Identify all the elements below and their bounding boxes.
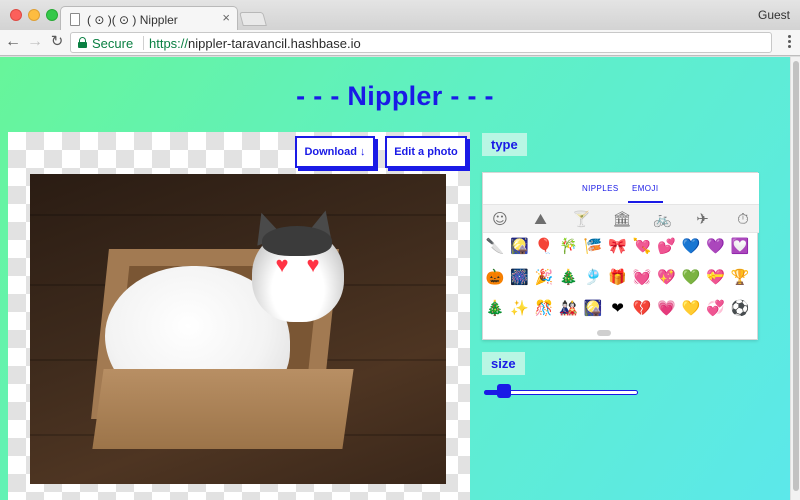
emoji-cell[interactable]: 💝 xyxy=(705,266,727,288)
emoji-cell[interactable]: 💛 xyxy=(680,297,702,319)
emoji-picker: NIPPLES EMOJI ☺ ⛰ 🍸 🏛 🚲 ✈ ⏱ 🔪 🎑 🎈 🎋 🎏 🎀 💘 💕 💙 💜 💟 🎃 🎆 🎉 🎄 🎐 🎁 💓… xyxy=(482,172,759,340)
secure-label: Secure xyxy=(92,36,134,51)
emoji-cell[interactable]: 💓 xyxy=(631,266,653,288)
url-bar[interactable]: Secure https://nippler-taravancil.hashba… xyxy=(70,32,772,53)
emoji-cell[interactable]: 🎄 xyxy=(484,297,506,319)
bicycle-icon[interactable]: 🚲 xyxy=(653,210,672,228)
tab-emoji[interactable]: EMOJI xyxy=(632,184,658,193)
size-section-label: size xyxy=(482,352,525,375)
tab-nipples[interactable]: NIPPLES xyxy=(582,184,619,193)
window-maximize-button[interactable] xyxy=(46,9,58,21)
page-title: - - - Nippler - - - xyxy=(296,81,494,111)
emoji-cell[interactable]: ⚽ xyxy=(729,297,751,319)
building-icon[interactable]: 🏛 xyxy=(613,210,632,228)
emoji-cell[interactable]: 💚 xyxy=(680,266,702,288)
kebab-menu-icon[interactable] xyxy=(788,35,792,51)
emoji-cell[interactable]: 🎐 xyxy=(582,266,604,288)
cocktail-icon[interactable]: 🍸 xyxy=(572,210,591,228)
heart-sticker-icon[interactable]: ♥ xyxy=(302,254,324,276)
page-scroll-thumb[interactable] xyxy=(793,61,799,491)
emoji-cell[interactable]: 🎉 xyxy=(533,266,555,288)
heart-sticker-icon[interactable]: ♥ xyxy=(271,254,293,276)
emoji-cell[interactable]: 💘 xyxy=(631,235,653,257)
emoji-cell[interactable]: 🎆 xyxy=(509,266,531,288)
emoji-cell[interactable]: 💟 xyxy=(729,235,751,257)
emoji-cell[interactable]: 🎏 xyxy=(582,235,604,257)
emoji-cell[interactable]: 🎈 xyxy=(533,235,555,257)
slider-thumb[interactable] xyxy=(496,384,511,398)
stopwatch-icon[interactable]: ⏱ xyxy=(734,210,752,228)
forward-arrow-icon[interactable]: → xyxy=(26,33,44,51)
lock-icon xyxy=(78,37,87,48)
picker-scroll-handle[interactable] xyxy=(597,330,611,336)
emoji-category-bar: ☺ ⛰ 🍸 🏛 🚲 ✈ ⏱ xyxy=(483,204,759,233)
emoji-cell[interactable]: 🎃 xyxy=(484,266,506,288)
back-arrow-icon[interactable]: ← xyxy=(4,33,22,51)
emoji-cell[interactable]: 💜 xyxy=(705,235,727,257)
emoji-cell[interactable]: 🎑 xyxy=(509,235,531,257)
tab-close-icon[interactable]: × xyxy=(222,11,230,25)
window-close-button[interactable] xyxy=(10,9,22,21)
emoji-cell[interactable]: 🎋 xyxy=(558,235,580,257)
page-file-icon xyxy=(70,13,80,26)
address-toolbar: ← → ↻ Secure https://nippler-taravancil.… xyxy=(0,30,800,56)
emoji-cell[interactable]: 🎊 xyxy=(533,297,555,319)
page-content: - - - Nippler - - - Download ↓ Edit a ph… xyxy=(0,57,790,500)
emoji-cell[interactable]: ✨ xyxy=(509,297,531,319)
emoji-cell[interactable]: 🎀 xyxy=(607,235,629,257)
new-tab-button[interactable] xyxy=(239,12,267,26)
active-tab-indicator xyxy=(628,201,663,203)
emoji-cell[interactable]: 🔪 xyxy=(484,235,506,257)
emoji-cell[interactable]: ❤ xyxy=(607,297,629,319)
cat-photo[interactable]: ♥ ♥ xyxy=(30,174,446,484)
emoji-cell[interactable]: 🎑 xyxy=(582,297,604,319)
browser-tab[interactable]: ( ⊙ )( ⊙ ) Nippler × xyxy=(60,6,238,32)
tab-title: ( ⊙ )( ⊙ ) Nippler xyxy=(87,13,178,27)
size-slider[interactable] xyxy=(484,384,638,398)
emoji-cell[interactable]: 💕 xyxy=(656,235,678,257)
profile-label[interactable]: Guest xyxy=(758,8,790,22)
picker-tabs: NIPPLES EMOJI xyxy=(483,173,759,204)
mountain-icon[interactable]: ⛰ xyxy=(532,210,550,228)
page-scrollbar[interactable] xyxy=(790,57,800,500)
emoji-cell[interactable]: 🏆 xyxy=(729,266,751,288)
emoji-cell[interactable]: 💔 xyxy=(631,297,653,319)
emoji-cell[interactable]: 💗 xyxy=(656,297,678,319)
edit-photo-button[interactable]: Edit a photo xyxy=(385,136,467,168)
emoji-cell[interactable]: 🎁 xyxy=(607,266,629,288)
browser-tab-bar: ( ⊙ )( ⊙ ) Nippler × Guest xyxy=(0,0,800,32)
emoji-cell[interactable]: 💙 xyxy=(680,235,702,257)
url-separator xyxy=(143,36,144,50)
photo-canvas: Download ↓ Edit a photo ♥ ♥ xyxy=(8,132,470,500)
emoji-cell[interactable]: 💖 xyxy=(656,266,678,288)
download-button[interactable]: Download ↓ xyxy=(295,136,375,168)
smiley-icon[interactable]: ☺ xyxy=(491,210,509,228)
airplane-icon[interactable]: ✈ xyxy=(694,210,712,228)
emoji-cell[interactable]: 🎎 xyxy=(558,297,580,319)
url-text[interactable]: https://nippler-taravancil.hashbase.io xyxy=(149,36,361,51)
emoji-cell[interactable]: 💞 xyxy=(705,297,727,319)
emoji-cell[interactable]: 🎄 xyxy=(558,266,580,288)
reload-icon[interactable]: ↻ xyxy=(48,33,66,51)
emoji-grid: 🔪 🎑 🎈 🎋 🎏 🎀 💘 💕 💙 💜 💟 🎃 🎆 🎉 🎄 🎐 🎁 💓 💖 💚 💝 🏆 🎄 ✨ 🎊 🎎 🎑 ❤ 💔 💗 💛 💞 ⚽ xyxy=(483,235,759,331)
window-minimize-button[interactable] xyxy=(28,9,40,21)
type-section-label: type xyxy=(482,133,527,156)
